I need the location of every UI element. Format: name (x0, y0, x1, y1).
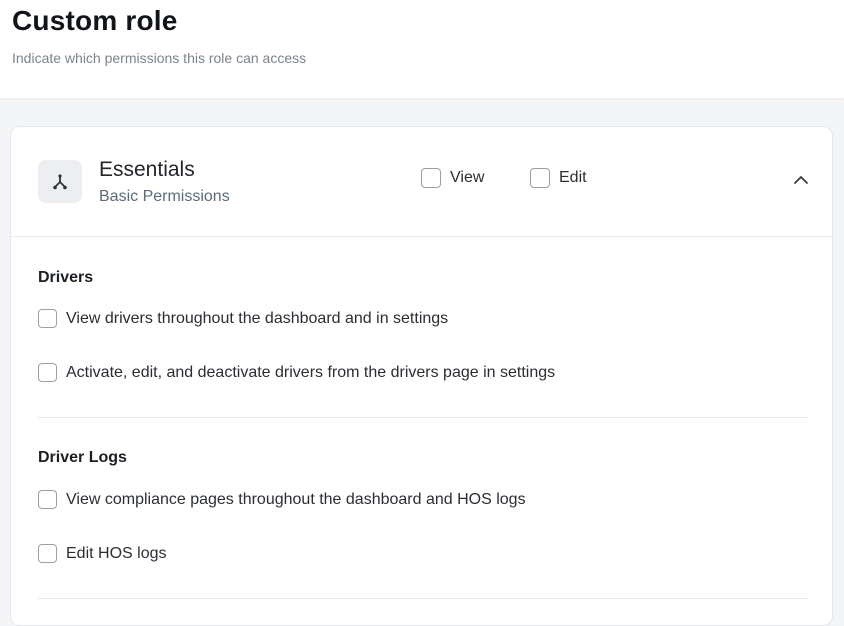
permission-checkbox[interactable] (38, 309, 57, 328)
permission-label: Activate, edit, and deactivate drivers f… (66, 363, 556, 381)
chevron-up-icon[interactable] (792, 171, 810, 189)
fork-icon (38, 160, 82, 203)
page-header: Custom role Indicate which permissions t… (0, 0, 844, 98)
edit-label: Edit (559, 169, 587, 186)
permission-label: View drivers throughout the dashboard an… (66, 309, 449, 327)
view-label: View (450, 169, 485, 186)
view-all-checkbox[interactable]: View (421, 168, 484, 188)
page-title: Custom role (12, 5, 178, 36)
section-title: Essentials (99, 158, 195, 181)
permission-checkbox[interactable] (38, 363, 57, 382)
section-subtitle: Basic Permissions (99, 188, 230, 205)
edit-all-checkbox[interactable]: Edit (530, 168, 587, 188)
group-title-driver-logs: Driver Logs (38, 449, 127, 466)
group-divider (38, 417, 807, 418)
permission-label: Edit HOS logs (66, 544, 167, 562)
permission-checkbox[interactable] (38, 490, 57, 509)
permission-edit-hos-logs[interactable]: Edit HOS logs (38, 544, 166, 563)
view-checkbox-box[interactable] (421, 168, 441, 188)
group-title-drivers: Drivers (38, 269, 94, 286)
group-divider (38, 598, 807, 599)
section-header: Essentials Basic Permissions View Edit (11, 127, 832, 237)
permission-label: View compliance pages throughout the das… (66, 490, 526, 508)
permission-edit-drivers[interactable]: Activate, edit, and deactivate drivers f… (38, 363, 555, 382)
permission-checkbox[interactable] (38, 544, 57, 563)
page-subtitle: Indicate which permissions this role can… (12, 50, 307, 66)
permissions-card: Essentials Basic Permissions View Edit D… (10, 126, 833, 626)
permission-view-compliance[interactable]: View compliance pages throughout the das… (38, 490, 526, 509)
edit-checkbox-box[interactable] (530, 168, 550, 188)
permission-view-drivers[interactable]: View drivers throughout the dashboard an… (38, 309, 448, 328)
